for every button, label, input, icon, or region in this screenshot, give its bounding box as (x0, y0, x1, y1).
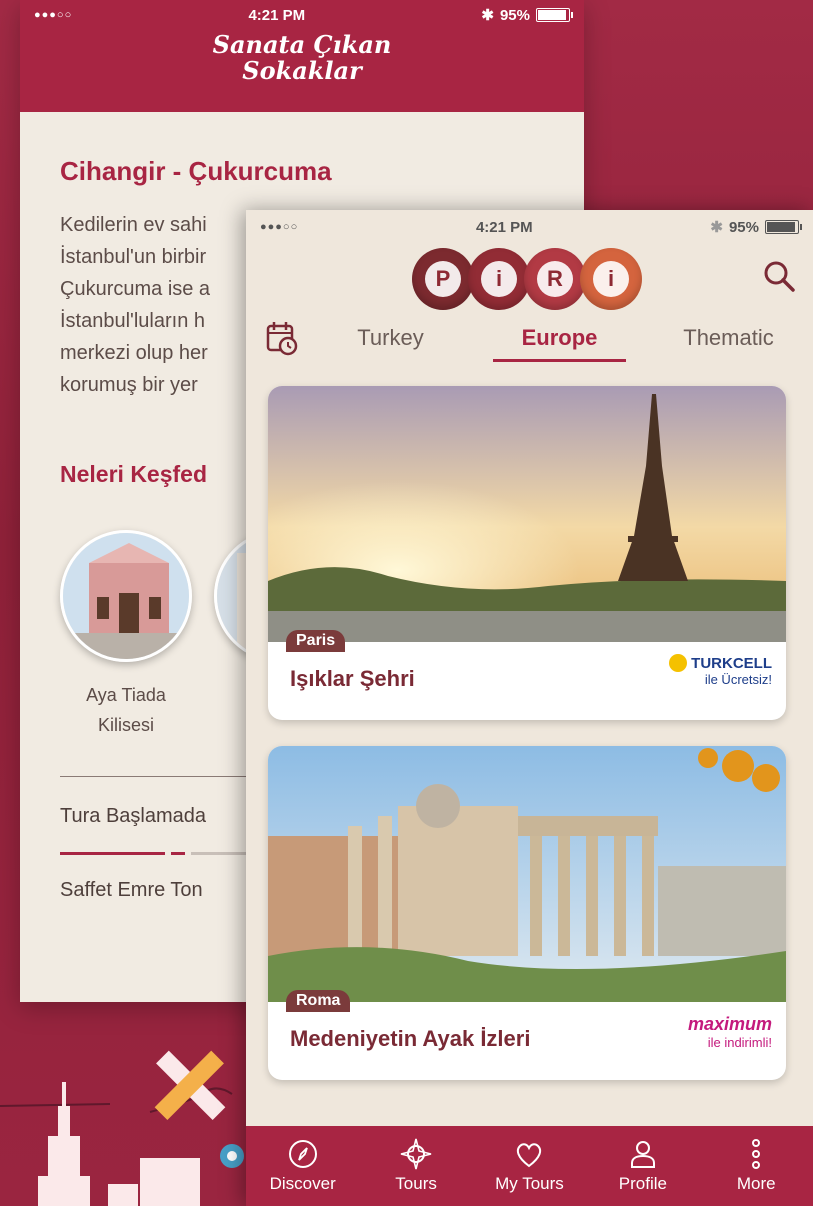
place-label: Aya Tiada Kilisesi (86, 685, 166, 735)
nav-more[interactable]: More (706, 1138, 806, 1194)
battery-percent: 95% (728, 218, 759, 236)
bluetooth-icon: ✱ (481, 7, 494, 24)
nav-tours[interactable]: Tours (366, 1138, 466, 1194)
tab-europe[interactable]: Europe (475, 320, 644, 364)
maximum-logo: maximum (687, 1014, 772, 1034)
nav-my-tours[interactable]: My Tours (479, 1138, 579, 1194)
tab-turkey[interactable]: Turkey (306, 320, 475, 364)
bottom-navigation: Discover Tours My Tours Profile More (246, 1126, 813, 1206)
battery-icon (764, 220, 802, 234)
status-time: 4:21 PM (475, 218, 533, 236)
roma-image (268, 746, 786, 1002)
place-card[interactable]: Aya Tiada Kilisesi (60, 530, 192, 740)
tab-thematic[interactable]: Thematic (644, 320, 813, 364)
city-badge: Roma (286, 990, 351, 1012)
compass-rose-icon (400, 1138, 432, 1170)
front-phone-screen: ●●●○○ 4:21 PM ✱ 95% P i R i Turkey Europ… (246, 210, 813, 1206)
tour-title: Medeniyetin Ayak İzleri (290, 1026, 531, 1051)
calendar-clock-icon[interactable] (266, 320, 298, 356)
tour-card-paris[interactable]: Paris Işıklar Şehri TURKCELL ile Ücretsi… (268, 386, 786, 720)
place-image (60, 530, 192, 662)
status-time: 4:21 PM (248, 6, 306, 24)
nav-discover[interactable]: Discover (253, 1138, 353, 1194)
more-vertical-icon (752, 1139, 761, 1169)
sponsor-badge: maximum ile indirimli! (687, 1014, 772, 1050)
tour-card-roma[interactable]: Roma Medeniyetin Ayak İzleri maximum ile… (268, 746, 786, 1080)
piri-logo: P i R i (412, 248, 642, 310)
tour-title: Cihangir - Çukurcuma (60, 156, 332, 186)
status-bar: ●●●○○ 4:21 PM ✱ 95% (20, 0, 584, 30)
search-icon[interactable] (761, 258, 797, 294)
battery-icon (535, 8, 573, 22)
compass-icon (288, 1140, 317, 1168)
tour-list: Paris Işıklar Şehri TURKCELL ile Ücretsi… (246, 364, 813, 1080)
signal-indicator: ●●●○○ (260, 221, 299, 233)
app-title: Sanata Çıkan Sokaklar (212, 30, 392, 85)
city-badge: Paris (286, 630, 346, 652)
turkcell-logo-icon (669, 654, 688, 672)
person-icon (630, 1141, 655, 1168)
tour-title: Işıklar Şehri (290, 666, 415, 691)
heart-icon (517, 1143, 542, 1168)
paris-image (268, 386, 786, 642)
battery-percent: 95% (499, 6, 530, 24)
sponsor-badge: TURKCELL ile Ücretsiz! (669, 654, 772, 687)
back-header: ●●●○○ 4:21 PM ✱ 95% Sanata Çıkan Sokakla… (20, 0, 584, 112)
app-header: P i R i Turkey Europe Thematic (246, 244, 813, 364)
bluetooth-icon: ✱ (710, 219, 723, 236)
status-bar: ●●●○○ 4:21 PM ✱ 95% (246, 210, 813, 244)
signal-indicator: ●●●○○ (34, 9, 73, 21)
nav-profile[interactable]: Profile (593, 1138, 693, 1194)
region-tabs: Turkey Europe Thematic (306, 320, 813, 364)
